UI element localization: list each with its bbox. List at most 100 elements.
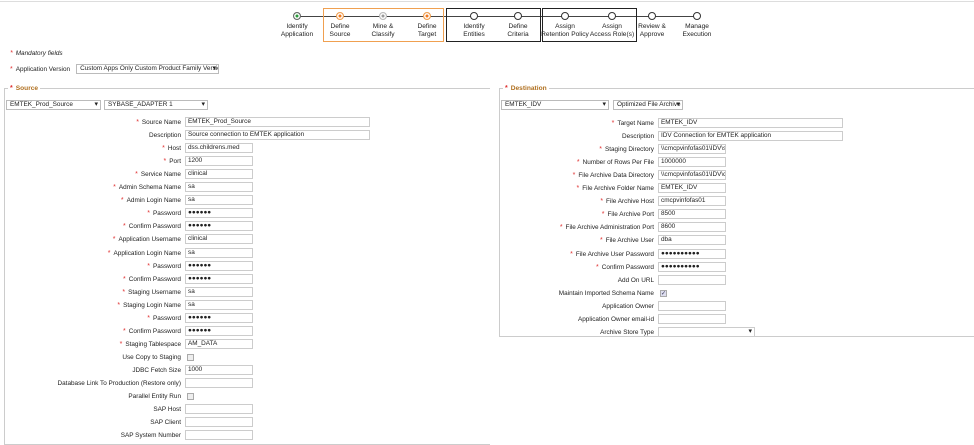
- field-label: File Archive Port: [607, 211, 654, 219]
- field-input[interactable]: [185, 378, 253, 388]
- field-input[interactable]: dss.childrens.med: [185, 143, 253, 154]
- form-row: * File Archive Port: [500, 209, 654, 220]
- required-icon: *: [147, 262, 150, 270]
- required-icon: *: [10, 65, 13, 73]
- field-input[interactable]: [658, 274, 726, 285]
- field-checkbox[interactable]: [187, 393, 194, 401]
- field-checkbox[interactable]: [187, 353, 194, 361]
- form-row: Archive Store Type: [500, 327, 654, 338]
- archive-type-select[interactable]: Optimized File Archive: [613, 100, 683, 110]
- step-circle-icon: [693, 12, 701, 20]
- field-checkbox[interactable]: ✓: [660, 289, 667, 297]
- mandatory-label: Mandatory fields: [15, 50, 63, 57]
- required-icon: *: [112, 236, 116, 244]
- field-label: Application Username: [118, 236, 181, 244]
- field-label: Maintain Imported Schema Name: [558, 289, 654, 297]
- field-label: Use Copy to Staging: [122, 353, 181, 361]
- field-label: Database Link To Production (Restore onl…: [57, 380, 182, 387]
- source-connection-select[interactable]: EMTEK_Prod_Source: [6, 100, 101, 110]
- form-row: Parallel Entity Run: [5, 391, 181, 402]
- field-label: Port: [169, 158, 181, 166]
- form-row: * Host: [5, 143, 181, 154]
- field-input[interactable]: 1000000: [658, 157, 726, 168]
- step-circle-icon: [561, 12, 569, 20]
- field-input[interactable]: ●●●●●●: [185, 312, 253, 323]
- field-label: Staging Login Name: [123, 301, 181, 309]
- source-fieldset: *Source EMTEK_Prod_Source SYBASE_ADAPTER…: [4, 85, 490, 445]
- field-label: Add On URL: [617, 276, 654, 284]
- field-input[interactable]: 1000: [185, 364, 253, 375]
- form-row: Description: [5, 130, 181, 141]
- form-row: * Source Name: [5, 117, 181, 128]
- field-input[interactable]: sa: [185, 299, 253, 310]
- field-input[interactable]: ●●●●●●: [185, 260, 253, 271]
- required-icon: *: [10, 50, 13, 57]
- field-label: Description: [622, 133, 654, 141]
- field-input[interactable]: ●●●●●●: [185, 325, 253, 336]
- field-input[interactable]: 8500: [658, 209, 726, 220]
- field-input[interactable]: [185, 404, 253, 415]
- field-input[interactable]: 8600: [658, 222, 726, 233]
- field-input[interactable]: ●●●●●●●●●●: [658, 248, 726, 259]
- required-icon: *: [163, 158, 167, 166]
- source-adapter-select[interactable]: SYBASE_ADAPTER 1: [104, 100, 208, 110]
- field-input[interactable]: clinical: [185, 169, 253, 180]
- field-input[interactable]: ●●●●●●: [185, 208, 253, 219]
- field-input[interactable]: ●●●●●●: [185, 273, 253, 284]
- form-row: JDBC Fetch Size: [5, 365, 181, 376]
- required-icon: *: [599, 146, 602, 154]
- field-label: Password: [152, 210, 181, 218]
- destination-legend-label: Destination: [510, 85, 547, 92]
- field-input[interactable]: EMTEK_IDV: [658, 118, 843, 128]
- form-row: Maintain Imported Schema Name: [500, 288, 654, 299]
- form-row: * Confirm Password: [5, 274, 181, 285]
- field-input[interactable]: clinical: [185, 234, 253, 245]
- field-input[interactable]: [658, 313, 726, 324]
- field-input[interactable]: \\cmcpvinfofas01\IDV\stag: [658, 144, 726, 155]
- field-label: JDBC Fetch Size: [132, 366, 181, 374]
- field-input[interactable]: [185, 430, 253, 441]
- field-select[interactable]: [658, 326, 755, 337]
- field-input[interactable]: \\cmcpvinfofas01\IDV\data: [658, 170, 726, 181]
- required-icon: *: [119, 340, 123, 348]
- field-input[interactable]: sa: [185, 195, 253, 206]
- field-input[interactable]: sa: [185, 247, 253, 258]
- source-legend: * Source: [10, 85, 39, 92]
- field-input[interactable]: cmcpvinfofas01: [658, 196, 726, 207]
- field-input[interactable]: sa: [185, 182, 253, 193]
- field-input[interactable]: EMTEK_Prod_Source: [185, 117, 370, 127]
- required-icon: *: [596, 263, 599, 271]
- field-input[interactable]: EMTEK_IDV: [658, 183, 726, 194]
- field-label: SAP Client: [150, 419, 181, 427]
- required-icon: *: [113, 184, 116, 192]
- step-9[interactable]: Manage Execution: [667, 12, 727, 39]
- field-input[interactable]: [185, 417, 253, 428]
- field-input[interactable]: ●●●●●●: [185, 221, 253, 232]
- field-input[interactable]: AM_DATA: [185, 338, 253, 349]
- form-row: * File Archive Host: [500, 196, 654, 207]
- field-input[interactable]: 1200: [185, 156, 253, 167]
- form-row: Description: [500, 131, 654, 142]
- destination-connection-select[interactable]: EMTEK_IDV: [501, 100, 609, 110]
- field-label: Password: [152, 314, 181, 322]
- field-label: Parallel Entity Run: [128, 393, 181, 401]
- field-label: Application Owner: [602, 302, 654, 310]
- field-label: File Archive Folder Name: [582, 185, 654, 193]
- field-input[interactable]: ●●●●●●●●●●: [658, 261, 726, 272]
- application-version-select[interactable]: Custom Apps Only Custom Product Family V…: [76, 64, 220, 74]
- field-label: Service Name: [140, 171, 181, 179]
- required-icon: *: [122, 288, 126, 296]
- field-input[interactable]: dba: [658, 235, 726, 246]
- step-circle-icon: [648, 12, 656, 20]
- form-row: * Application Login Name: [5, 248, 181, 259]
- field-input[interactable]: IDV Connection for EMTEK application: [658, 131, 843, 142]
- field-label: Staging Directory: [604, 146, 654, 154]
- field-label: Admin Login Name: [126, 197, 181, 205]
- field-input[interactable]: [658, 300, 726, 311]
- field-label: Staging Username: [128, 288, 181, 296]
- field-input[interactable]: sa: [185, 286, 253, 297]
- field-input[interactable]: Source connection to EMTEK application: [185, 130, 370, 141]
- required-icon: *: [570, 250, 573, 258]
- source-legend-label: Source: [15, 85, 39, 92]
- field-label: Confirm Password: [601, 263, 654, 271]
